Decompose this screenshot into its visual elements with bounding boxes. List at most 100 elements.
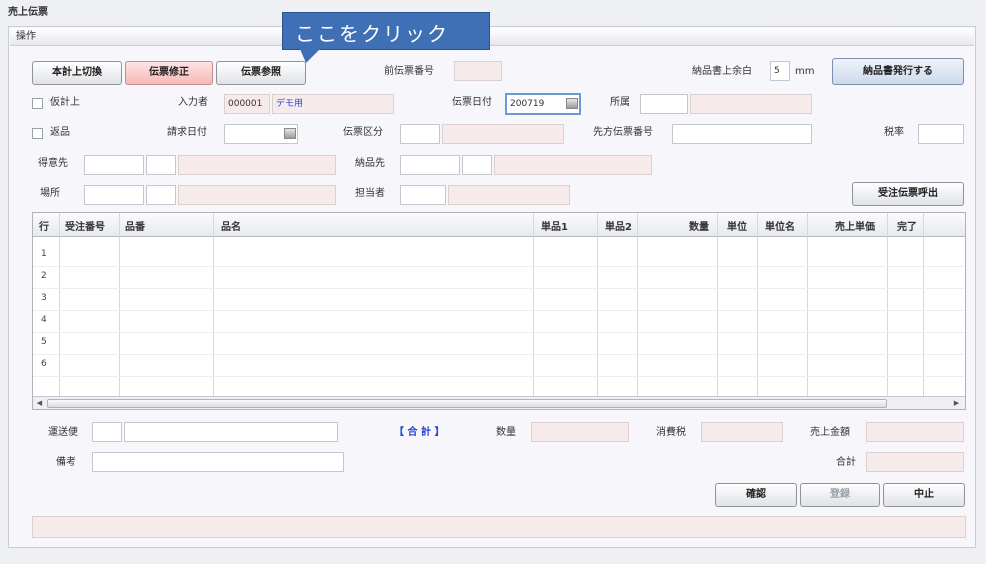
orig-slip-no-field bbox=[454, 61, 502, 81]
sales-amount-label: 売上金額 bbox=[810, 427, 850, 438]
operation-group-label: 操作 bbox=[16, 31, 36, 42]
row-number: 4 bbox=[41, 315, 47, 325]
row-number: 3 bbox=[41, 293, 47, 303]
memo-input[interactable] bbox=[92, 452, 344, 472]
table-row[interactable]: 6 bbox=[33, 355, 965, 377]
qty-label: 数量 bbox=[496, 427, 516, 438]
slip-date-label: 伝票日付 bbox=[452, 97, 492, 108]
slip-type-code-input[interactable] bbox=[400, 124, 440, 144]
col-header-item-code: 品番 bbox=[125, 222, 145, 233]
tax-total-field bbox=[701, 422, 783, 442]
provisional-label: 仮計上 bbox=[50, 97, 80, 108]
switch-booking-button[interactable]: 本計上切換 bbox=[32, 61, 122, 85]
print-margin-unit: mm bbox=[795, 66, 815, 77]
issue-delivery-button[interactable]: 納品書発行する bbox=[832, 58, 964, 85]
location-code-input[interactable] bbox=[84, 185, 144, 205]
partner-slip-no-input[interactable] bbox=[672, 124, 812, 144]
confirm-button[interactable]: 確認 bbox=[715, 483, 797, 507]
col-header-unit1: 単品1 bbox=[541, 222, 568, 233]
scroll-right-icon[interactable]: ▶ bbox=[951, 398, 962, 408]
billing-date-label: 請求日付 bbox=[167, 127, 207, 138]
sum-total-field bbox=[866, 452, 964, 472]
person-name-field bbox=[448, 185, 570, 205]
callout-pointer-icon bbox=[300, 49, 320, 63]
cancel-button[interactable]: 中止 bbox=[883, 483, 965, 507]
billing-calendar-icon[interactable] bbox=[284, 128, 296, 139]
sales-slip-window: 売上伝票 操作 本計上切換 伝票修正 伝票参照 前伝票番号 納品書上余白 5 m… bbox=[0, 0, 986, 564]
col-header-complete: 完了 bbox=[897, 222, 917, 233]
entry-person-label: 入力者 bbox=[178, 97, 208, 108]
shipping-name-input[interactable] bbox=[124, 422, 338, 442]
delivery-to-label: 納品先 bbox=[355, 158, 385, 169]
print-margin-input[interactable]: 5 bbox=[770, 61, 790, 81]
customer-label: 得意先 bbox=[38, 158, 68, 169]
status-bar bbox=[32, 516, 966, 538]
tax-rate-input[interactable] bbox=[918, 124, 964, 144]
slip-type-label: 伝票区分 bbox=[343, 127, 383, 138]
row-number: 5 bbox=[41, 337, 47, 347]
col-header-item-name: 品名 bbox=[221, 222, 241, 233]
dept-name-field bbox=[690, 94, 812, 114]
click-here-callout: ここをクリック bbox=[282, 12, 490, 50]
table-row[interactable]: 5 bbox=[33, 333, 965, 355]
tax-rate-label: 税率 bbox=[884, 127, 904, 138]
customer-branch-input[interactable] bbox=[146, 155, 176, 175]
scroll-left-icon[interactable]: ◀ bbox=[34, 398, 45, 408]
delivery-code-input[interactable] bbox=[400, 155, 460, 175]
col-header-quantity: 数量 bbox=[689, 222, 709, 233]
col-header-order-no: 受注番号 bbox=[65, 222, 105, 233]
grid-header: 行 受注番号 品番 品名 単品1 単品2 数量 単位 単位名 売上単価 完了 bbox=[33, 213, 965, 237]
partner-slip-no-label: 先方伝票番号 bbox=[593, 127, 653, 138]
sales-amount-field bbox=[866, 422, 964, 442]
col-header-unit2: 単品2 bbox=[605, 222, 632, 233]
memo-label: 備考 bbox=[56, 457, 76, 468]
qty-total-field bbox=[531, 422, 629, 442]
operation-group-bar: 操作 bbox=[10, 28, 974, 46]
entry-person-name: デモ用 bbox=[272, 94, 394, 114]
table-row[interactable]: 2 bbox=[33, 267, 965, 289]
provisional-checkbox[interactable] bbox=[32, 98, 43, 109]
location-branch-input[interactable] bbox=[146, 185, 176, 205]
horizontal-scrollbar[interactable]: ◀ ▶ bbox=[33, 396, 965, 409]
customer-code-input[interactable] bbox=[84, 155, 144, 175]
table-row[interactable]: 3 bbox=[33, 289, 965, 311]
person-label: 担当者 bbox=[355, 188, 385, 199]
customer-name-field bbox=[178, 155, 336, 175]
col-header-row: 行 bbox=[39, 222, 49, 233]
location-name-field bbox=[178, 185, 336, 205]
table-row[interactable]: 1 bbox=[33, 245, 965, 267]
window-title: 売上伝票 bbox=[8, 7, 48, 18]
person-code-input[interactable] bbox=[400, 185, 446, 205]
print-margin-label: 納品書上余白 bbox=[692, 66, 752, 77]
tax-label: 消費税 bbox=[656, 427, 686, 438]
shipping-label: 運送便 bbox=[48, 427, 78, 438]
sum-label: 合計 bbox=[836, 457, 856, 468]
dept-label: 所属 bbox=[610, 97, 630, 108]
delivery-name-field bbox=[494, 155, 652, 175]
col-header-unit: 単位 bbox=[727, 222, 747, 233]
total-title: 【 合 計 】 bbox=[394, 427, 445, 438]
delivery-branch-input[interactable] bbox=[462, 155, 492, 175]
order-call-button[interactable]: 受注伝票呼出 bbox=[852, 182, 964, 206]
entry-person-code: 000001 bbox=[224, 94, 270, 114]
table-row[interactable]: 4 bbox=[33, 311, 965, 333]
return-label: 返品 bbox=[50, 127, 70, 138]
row-number: 2 bbox=[41, 271, 47, 281]
scroll-thumb[interactable] bbox=[47, 399, 887, 408]
detail-grid[interactable]: 行 受注番号 品番 品名 単品1 単品2 数量 単位 単位名 売上単価 完了 1… bbox=[32, 212, 966, 410]
location-label: 場所 bbox=[40, 188, 60, 199]
row-number: 6 bbox=[41, 359, 47, 369]
fix-slip-button[interactable]: 伝票修正 bbox=[125, 61, 213, 85]
dept-code-input[interactable] bbox=[640, 94, 688, 114]
shipping-code-input[interactable] bbox=[92, 422, 122, 442]
orig-slip-no-label: 前伝票番号 bbox=[384, 66, 434, 77]
register-button[interactable]: 登録 bbox=[800, 483, 880, 507]
col-header-sales-price: 売上単価 bbox=[835, 222, 875, 233]
row-number: 1 bbox=[41, 249, 47, 259]
return-checkbox[interactable] bbox=[32, 128, 43, 139]
callout-text: ここをクリック bbox=[295, 22, 449, 46]
calendar-icon[interactable] bbox=[566, 98, 578, 109]
refer-slip-button[interactable]: 伝票参照 bbox=[216, 61, 306, 85]
slip-type-name-field bbox=[442, 124, 564, 144]
col-header-unit-name: 単位名 bbox=[765, 222, 795, 233]
